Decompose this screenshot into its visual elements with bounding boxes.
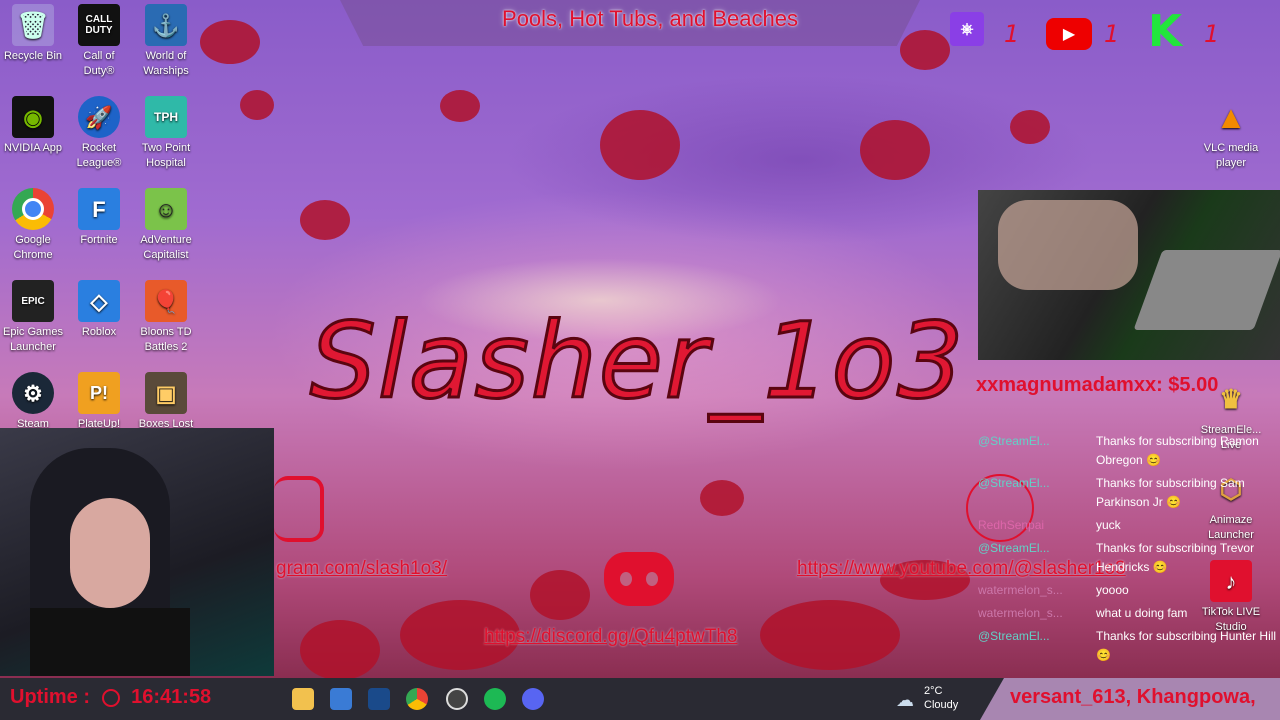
desktop-icon-bloons[interactable]: 🎈 Bloons TD Battles 2 xyxy=(135,280,197,355)
kick-icon: K xyxy=(1148,6,1183,57)
streamelements-icon: ♛ xyxy=(1219,383,1243,414)
chat-username: @StreamEl... xyxy=(978,434,1050,448)
discord-icon xyxy=(604,552,674,606)
scene-title: Pools, Hot Tubs, and Beaches xyxy=(502,6,798,31)
chat-username: @StreamEl... xyxy=(978,541,1050,555)
plateup-icon: P! xyxy=(78,372,120,414)
adventure-capitalist-icon: ☺ xyxy=(145,188,187,230)
chat-username: watermelon_s... xyxy=(978,583,1063,597)
roblox-icon: ◇ xyxy=(78,280,120,322)
desktop-icon-adventure-capitalist[interactable]: ☺ AdVenture Capitalist xyxy=(135,188,197,263)
chrome-icon xyxy=(12,188,54,230)
desktop-icon-chrome[interactable]: Google Chrome xyxy=(2,188,64,263)
two-point-hospital-icon: TPH xyxy=(145,96,187,138)
nvidia-icon: ◉ xyxy=(12,96,54,138)
uptime-value: 16:41:58 xyxy=(131,686,212,708)
ticker-text: versant_613, Khangpowa, xyxy=(1010,686,1256,708)
chat-text: yuck xyxy=(1096,518,1121,532)
obs-icon[interactable] xyxy=(446,688,468,710)
record-icon xyxy=(101,688,120,707)
desktop-icon-boxes-lost[interactable]: ▣ Boxes Lost xyxy=(135,372,197,432)
recycle-bin-icon: 🗑 xyxy=(12,4,54,46)
weather-widget[interactable]: ☁ 2°C Cloudy xyxy=(896,684,958,712)
desktop-icon-steam[interactable]: ⚙ Steam xyxy=(2,372,64,432)
chat-text: Thanks for subscribing Ramon Obregon 😊 xyxy=(1096,434,1259,467)
chat-message: watermelon_s... what u doing fam xyxy=(978,604,1278,623)
chat-text: Thanks for subscribing Sam Parkinson Jr … xyxy=(1096,476,1245,509)
chat-username: RedhSenpai xyxy=(978,518,1045,532)
world-of-warships-icon: ⚓ xyxy=(145,4,187,46)
chat-text: what u doing fam xyxy=(1096,606,1188,620)
brand-name: Slasher_1o3 xyxy=(308,299,966,424)
steam-icon: ⚙ xyxy=(12,372,54,414)
desktop-icon-roblox[interactable]: ◇ Roblox xyxy=(68,280,130,340)
app-icon[interactable] xyxy=(368,688,390,710)
chat-username: @StreamEl... xyxy=(978,476,1050,490)
boxes-lost-icon: ▣ xyxy=(145,372,187,414)
vlc-icon: ▲ xyxy=(1215,98,1247,135)
desktop-icon-nvidia[interactable]: ◉ NVIDIA App xyxy=(2,96,64,156)
desktop-icon-rocket-league[interactable]: 🚀 Rocket League® xyxy=(68,96,130,171)
file-explorer-icon[interactable] xyxy=(292,688,314,710)
desktop-icon-plateup[interactable]: P! PlateUp! xyxy=(68,372,130,432)
instagram-icon xyxy=(274,476,324,542)
call-of-duty-icon: CALL DUTY xyxy=(78,4,120,46)
bloons-icon: 🎈 xyxy=(145,280,187,322)
rocket-league-icon: 🚀 xyxy=(78,96,120,138)
uptime-label: Uptime : xyxy=(10,686,90,708)
twitch-icon: ⎈ xyxy=(950,12,984,46)
chat-message: watermelon_s... yoooo xyxy=(978,581,1278,600)
discord-link[interactable]: https://discord.gg/Qfu4ptwTh8 xyxy=(484,626,737,648)
desktop-icon-epic-games[interactable]: EPIC Epic Games Launcher xyxy=(2,280,64,355)
desk-camera-video xyxy=(978,190,1280,360)
chat-text: Thanks for subscribing Trevor Hendricks … xyxy=(1096,541,1255,574)
chat-text: yoooo xyxy=(1096,583,1129,597)
chrome-taskbar-icon[interactable] xyxy=(406,688,428,710)
discord-taskbar-icon[interactable] xyxy=(522,688,544,710)
instagram-link[interactable]: gram.com/slash1o3/ xyxy=(276,558,447,580)
chat-username: @StreamEl... xyxy=(978,629,1050,643)
chat-message: @StreamEl... Thanks for subscribing Trevo… xyxy=(978,539,1278,577)
chat-panel: @StreamEl... Thanks for subscribing Ramon… xyxy=(978,432,1278,669)
spotify-icon[interactable] xyxy=(484,688,506,710)
tip-alert: xxmagnumadamxx: $5.00 xyxy=(976,374,1219,396)
chat-message: @StreamEl... Thanks for subscribing Sam P… xyxy=(978,474,1278,512)
weather-condition: Cloudy xyxy=(924,699,959,711)
desktop-icon-world-of-warships[interactable]: ⚓ World of Warships xyxy=(135,4,197,79)
chat-text: Thanks for subscribing Hunter Hill 😊 xyxy=(1096,629,1277,662)
chat-message: RedhSenpai yuck xyxy=(978,516,1278,535)
uptime-display: Uptime : 16:41:58 xyxy=(10,686,211,709)
desktop-icon-call-of-duty[interactable]: CALL DUTY Call of Duty® xyxy=(68,4,130,79)
desktop-icon-recycle-bin[interactable]: 🗑 Recycle Bin xyxy=(2,4,64,64)
weather-temp: 2°C xyxy=(924,685,943,697)
chat-username: watermelon_s... xyxy=(978,606,1063,620)
fortnite-icon: F xyxy=(78,188,120,230)
desktop-icon-two-point-hospital[interactable]: TPH Two Point Hospital xyxy=(135,96,197,171)
chat-message: @StreamEl... Thanks for subscribing Hunte… xyxy=(978,627,1278,665)
epic-games-icon: EPIC xyxy=(12,280,54,322)
cloud-icon: ☁ xyxy=(896,690,914,710)
store-icon[interactable] xyxy=(330,688,352,710)
youtube-icon: ▶ xyxy=(1046,18,1092,50)
chat-message: @StreamEl... Thanks for subscribing Ramon… xyxy=(978,432,1278,470)
desktop-icon-fortnite[interactable]: F Fortnite xyxy=(68,188,130,248)
facecam-video xyxy=(0,428,274,676)
desktop-icon-vlc[interactable]: ▲ VLC media player xyxy=(1200,96,1262,171)
